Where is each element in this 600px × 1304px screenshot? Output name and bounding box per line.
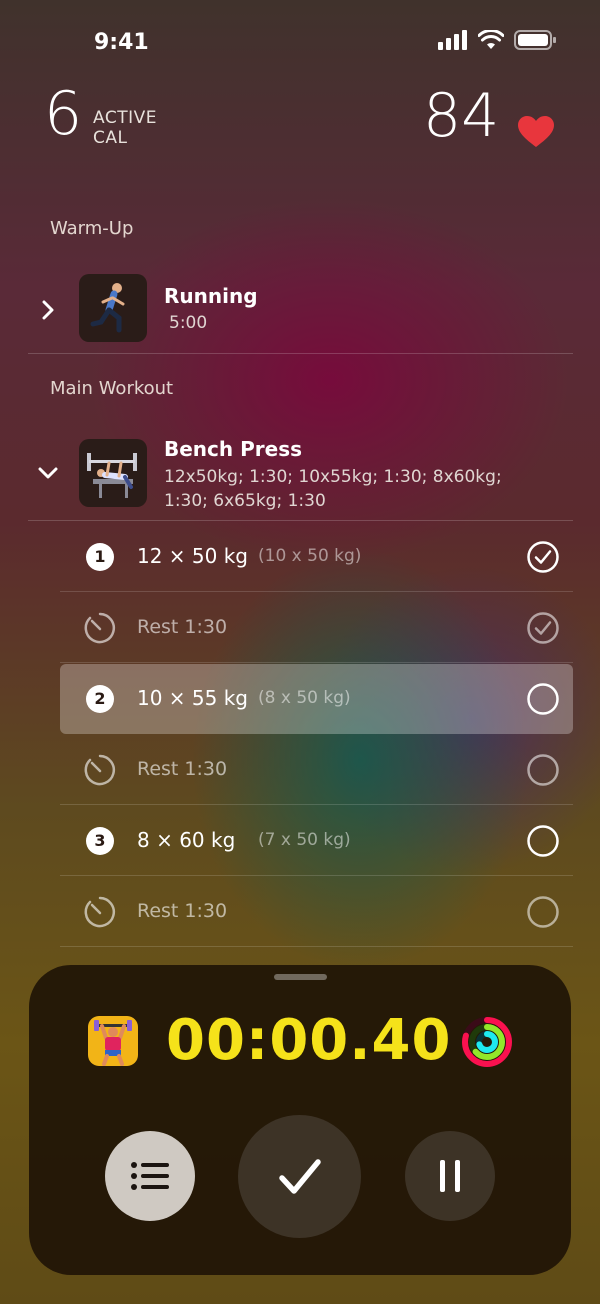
divider	[28, 520, 573, 521]
activity-rings-icon	[462, 1017, 512, 1067]
exercise-row-bench-press[interactable]: Bench Press 12x50kg; 1:30; 10x55kg; 1:30…	[28, 437, 573, 521]
exercise-detail-running: 5:00	[169, 313, 208, 333]
exercise-detail-line2: 1:30; 6x65kg; 1:30	[164, 491, 326, 511]
chevron-down-icon[interactable]	[38, 465, 58, 481]
active-calories-value: 6	[44, 79, 83, 149]
incomplete-circle-icon[interactable]	[527, 896, 559, 928]
exercise-detail-bench-press: 12x50kg; 1:30; 10x55kg; 1:30; 8x60kg; 1:…	[164, 465, 502, 513]
divider	[60, 946, 573, 947]
rest-label: Rest 1:30	[137, 758, 228, 780]
set-previous: (7 x 50 kg)	[258, 830, 351, 850]
rest-label: Rest 1:30	[137, 616, 228, 638]
weightlifter-icon	[88, 1016, 138, 1066]
active-calories-label-line2: CAL	[93, 128, 128, 148]
section-title-warmup: Warm-Up	[50, 218, 134, 239]
pause-button[interactable]	[405, 1131, 495, 1221]
incomplete-circle-icon[interactable]	[527, 754, 559, 786]
bench-press-icon	[87, 453, 137, 498]
exercise-detail-line1: 12x50kg; 1:30; 10x55kg; 1:30; 8x60kg;	[164, 467, 502, 487]
incomplete-circle-icon[interactable]	[527, 683, 559, 715]
set-weight-reps: 12 × 50 kg	[137, 544, 249, 568]
exercise-name-running: Running	[164, 284, 258, 308]
heart-icon	[518, 116, 554, 147]
wifi-icon	[478, 30, 504, 49]
status-time: 9:41	[94, 30, 149, 55]
exercise-row-running[interactable]: Running 5:00	[28, 274, 573, 354]
running-thumbnail	[79, 274, 147, 342]
set-row-2-current[interactable]: 2 10 × 55 kg (8 x 50 kg)	[60, 664, 573, 734]
rest-row-3[interactable]: Rest 1:30	[60, 877, 573, 947]
set-number-badge: 3	[86, 827, 114, 855]
active-calories-label: ACTIVE CAL	[93, 108, 157, 148]
divider	[60, 875, 573, 876]
set-number-badge: 1	[86, 543, 114, 571]
timer-icon	[84, 754, 116, 786]
completed-checkmark-icon[interactable]	[527, 612, 559, 644]
divider	[60, 591, 573, 592]
section-title-main: Main Workout	[50, 378, 174, 399]
divider	[60, 804, 573, 805]
checkmark-icon	[278, 1158, 321, 1194]
rest-label: Rest 1:30	[137, 900, 228, 922]
set-weight-reps: 10 × 55 kg	[137, 686, 249, 710]
bench-press-thumbnail	[79, 439, 147, 507]
set-previous: (8 x 50 kg)	[258, 688, 351, 708]
battery-icon	[514, 30, 556, 50]
list-button[interactable]	[105, 1131, 195, 1221]
set-number-badge: 2	[86, 685, 114, 713]
chevron-right-icon[interactable]	[40, 300, 56, 320]
rest-row-2[interactable]: Rest 1:30	[60, 735, 573, 805]
active-calories-label-line1: ACTIVE	[93, 108, 157, 128]
elapsed-timer: 00:00.40	[166, 1008, 452, 1073]
rest-row-1[interactable]: Rest 1:30	[60, 593, 573, 663]
completed-checkmark-icon[interactable]	[527, 541, 559, 573]
complete-set-button[interactable]	[238, 1115, 361, 1238]
signal-icon	[438, 30, 467, 50]
divider	[28, 353, 573, 354]
sheet-grabber[interactable]	[274, 974, 327, 980]
status-icons	[438, 30, 556, 50]
set-row-1[interactable]: 1 12 × 50 kg (10 x 50 kg)	[60, 522, 573, 592]
timer-icon	[84, 612, 116, 644]
list-icon	[131, 1162, 169, 1190]
heart-rate-value: 84	[423, 81, 500, 151]
incomplete-circle-icon[interactable]	[527, 825, 559, 857]
divider	[60, 662, 573, 663]
set-previous: (10 x 50 kg)	[258, 546, 362, 566]
pause-icon	[440, 1160, 460, 1192]
runner-icon	[90, 283, 125, 333]
exercise-name-bench-press: Bench Press	[164, 437, 302, 461]
timer-icon	[84, 896, 116, 928]
set-row-3[interactable]: 3 8 × 60 kg (7 x 50 kg)	[60, 806, 573, 876]
set-weight-reps: 8 × 60 kg	[137, 828, 236, 852]
